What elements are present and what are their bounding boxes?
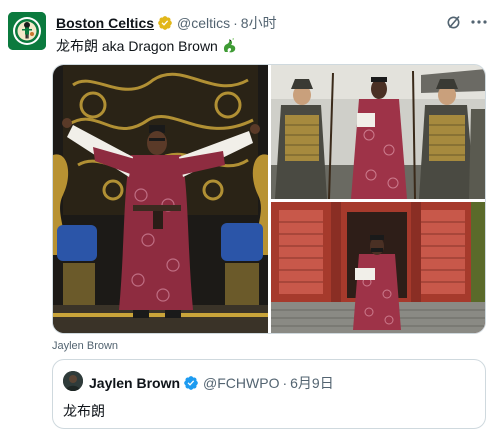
photo-palace[interactable] [271,202,485,333]
tweet: Boston Celtics @celtics · 8小时 龙布朗 aka Dr… [0,0,500,440]
tweet-text: 龙布朗 aka Dragon Brown [56,36,239,56]
celtics-logo-icon [8,12,46,50]
quoted-handle[interactable]: @FCHWPO [203,375,279,391]
dragon-emoji-icon [221,37,239,55]
tweet-text-content: 龙布朗 aka Dragon Brown [56,38,218,54]
separator-dot: · [233,15,238,31]
celtics-avatar[interactable] [8,12,46,50]
tweet-header: Boston Celtics @celtics · 8小时 [56,14,277,32]
verified-badge-icon[interactable] [157,15,173,31]
handle[interactable]: @celtics [177,15,230,31]
quoted-avatar[interactable] [63,371,83,391]
quoted-header: Jaylen Brown @FCHWPO · 6月9日 [89,373,334,393]
quoted-tweet[interactable]: Jaylen Brown @FCHWPO · 6月9日 龙布朗 [52,359,486,429]
separator-dot: · [282,375,288,391]
quoted-timestamp[interactable]: 6月9日 [290,373,334,393]
verified-badge-icon[interactable] [183,375,199,391]
tagged-user[interactable]: Jaylen Brown [52,340,118,352]
timestamp[interactable]: 8小时 [241,13,277,33]
media-grid [52,64,486,334]
display-name[interactable]: Boston Celtics [56,15,154,31]
grok-icon[interactable] [446,14,462,35]
quoted-text: 龙布朗 [63,403,105,419]
quoted-display-name[interactable]: Jaylen Brown [89,375,180,391]
photo-throne[interactable] [53,65,268,333]
photo-warriors[interactable] [271,65,485,199]
more-options-icon[interactable] [470,14,488,35]
